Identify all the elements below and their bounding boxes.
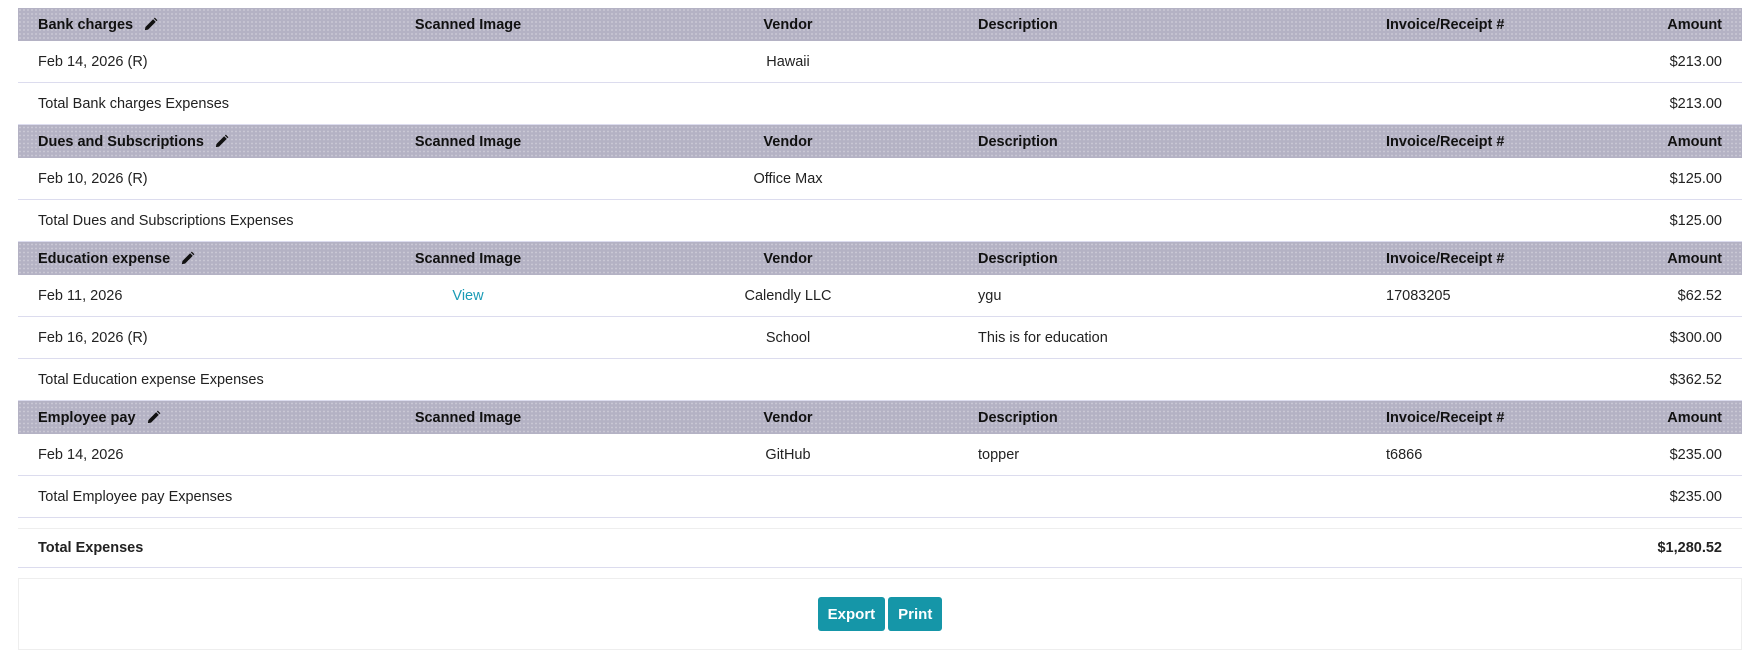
category-total-amount: $235.00 [1586,475,1742,518]
category-name: Education expense [38,250,171,267]
pencil-icon[interactable] [214,134,229,149]
column-header-amount: Amount [1586,124,1742,158]
scanned-image-cell: View [318,275,618,317]
table-row: Feb 16, 2026 (R) School This is for educat… [18,316,1742,359]
category-total-label: Total Dues and Subscriptions Expenses [18,199,1586,242]
expense-table: Bank charges Scanned Image Vendor Descripti… [18,8,1742,518]
category-total-label: Total Employee pay Expenses [18,475,1586,518]
category-total-row: Total Education expense Expenses $362.52 [18,358,1742,401]
expense-amount: $125.00 [1586,158,1742,200]
expense-vendor: Office Max [618,158,958,200]
category-total-row: Total Employee pay Expenses $235.00 [18,475,1742,518]
column-header-vendor: Vendor [618,8,958,41]
category-header: Dues and Subscriptions Scanned Image Vendo… [18,124,1742,158]
grand-total-amount: $1,280.52 [1657,540,1722,556]
column-header-scanned-image: Scanned Image [318,241,618,275]
table-row: Feb 11, 2026 View Calendly LLC ygu 17083205 $… [18,275,1742,317]
table-row: Feb 10, 2026 (R) Office Max $125.00 [18,158,1742,200]
expense-date: Feb 14, 2026 [18,434,318,476]
action-bar: Export Print [18,578,1742,650]
column-header-amount: Amount [1586,241,1742,275]
expense-description: topper [958,434,1366,476]
expense-invoice: t6866 [1366,434,1586,476]
category-name: Bank charges [38,16,134,33]
expense-invoice: 17083205 [1366,275,1586,317]
pencil-icon[interactable] [146,410,161,425]
export-button[interactable]: Export [817,597,886,631]
expense-invoice [1366,316,1586,359]
scanned-image-cell [318,158,618,200]
category-total-row: Total Dues and Subscriptions Expenses $12… [18,199,1742,242]
expense-vendor: Calendly LLC [618,275,958,317]
grand-total-row: Total Expenses $1,280.52 [18,528,1742,568]
category-title-cell: Employee pay [18,400,318,434]
expense-description: This is for education [958,316,1366,359]
expense-description [958,158,1366,200]
column-header-description: Description [958,124,1366,158]
column-header-vendor: Vendor [618,124,958,158]
column-header-vendor: Vendor [618,400,958,434]
scanned-image-cell [318,434,618,476]
table-row: Feb 14, 2026 (R) Hawaii $213.00 [18,41,1742,83]
category-total-label: Total Education expense Expenses [18,358,1586,401]
category-name: Employee pay [38,409,136,426]
category-title-cell: Education expense [18,241,318,275]
expense-amount: $300.00 [1586,316,1742,359]
category-total-label: Total Bank charges Expenses [18,82,1586,125]
expense-date: Feb 14, 2026 (R) [18,41,318,83]
category-header: Education expense Scanned Image Vendor Desc… [18,241,1742,275]
expense-date: Feb 11, 2026 [18,275,318,317]
column-header-description: Description [958,8,1366,41]
column-header-scanned-image: Scanned Image [318,8,618,41]
scanned-image-cell [318,316,618,359]
expense-amount: $213.00 [1586,41,1742,83]
expense-date: Feb 16, 2026 (R) [18,316,318,359]
category-total-amount: $362.52 [1586,358,1742,401]
column-header-vendor: Vendor [618,241,958,275]
category-name: Dues and Subscriptions [38,133,204,150]
expense-description: ygu [958,275,1366,317]
category-header: Bank charges Scanned Image Vendor Descripti… [18,8,1742,41]
expense-report: Bank charges Scanned Image Vendor Descripti… [18,8,1742,650]
column-header-description: Description [958,241,1366,275]
expense-invoice [1366,158,1586,200]
category-total-amount: $125.00 [1586,199,1742,242]
category-header: Employee pay Scanned Image Vendor Descripti… [18,400,1742,434]
column-header-invoice: Invoice/Receipt # [1366,400,1586,434]
pencil-icon[interactable] [180,251,195,266]
grand-total-label: Total Expenses [38,540,144,556]
expense-description [958,41,1366,83]
column-header-invoice: Invoice/Receipt # [1366,241,1586,275]
category-title-cell: Bank charges [18,8,318,41]
column-header-scanned-image: Scanned Image [318,124,618,158]
view-scanned-image-link[interactable]: View [452,288,483,304]
column-header-amount: Amount [1586,400,1742,434]
expense-amount: $62.52 [1586,275,1742,317]
table-row: Feb 14, 2026 GitHub topper t6866 $235.00 [18,434,1742,476]
pencil-icon[interactable] [143,17,158,32]
category-total-row: Total Bank charges Expenses $213.00 [18,82,1742,125]
expense-invoice [1366,41,1586,83]
category-total-amount: $213.00 [1586,82,1742,125]
expense-vendor: GitHub [618,434,958,476]
expense-vendor: Hawaii [618,41,958,83]
expense-vendor: School [618,316,958,359]
column-header-amount: Amount [1586,8,1742,41]
column-header-description: Description [958,400,1366,434]
column-header-invoice: Invoice/Receipt # [1366,124,1586,158]
print-button[interactable]: Print [888,597,943,631]
category-title-cell: Dues and Subscriptions [18,124,318,158]
column-header-invoice: Invoice/Receipt # [1366,8,1586,41]
scanned-image-cell [318,41,618,83]
expense-date: Feb 10, 2026 (R) [18,158,318,200]
column-header-scanned-image: Scanned Image [318,400,618,434]
expense-amount: $235.00 [1586,434,1742,476]
